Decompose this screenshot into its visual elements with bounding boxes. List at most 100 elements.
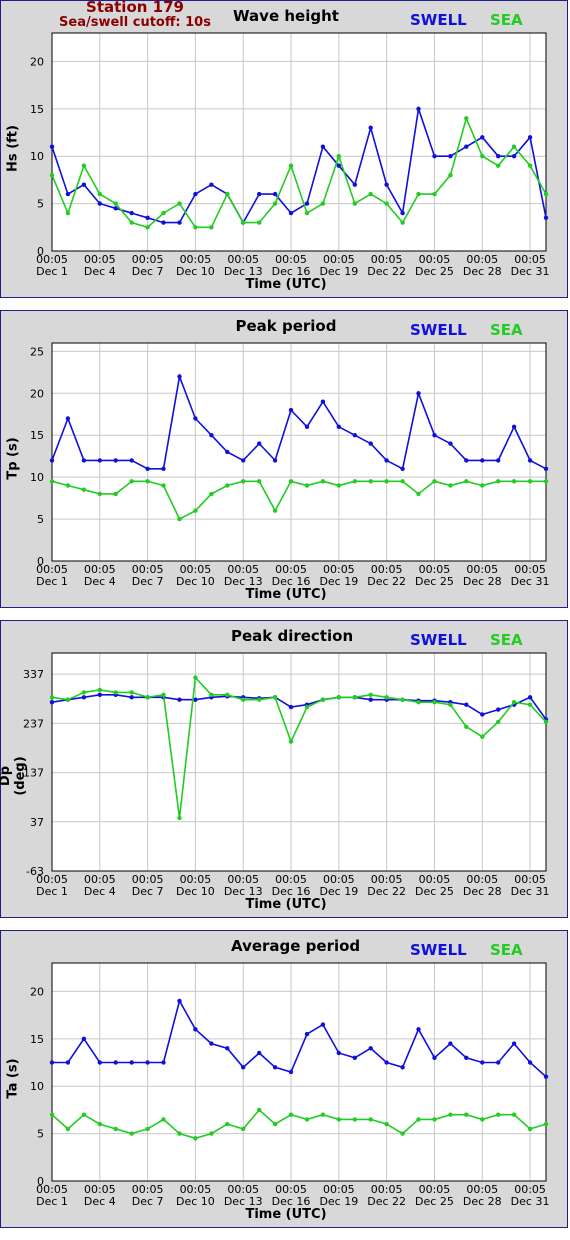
x-tick-label: Dec 1 xyxy=(36,885,68,898)
data-point-swell xyxy=(81,695,87,700)
data-point-sea xyxy=(543,1121,549,1127)
data-point-swell xyxy=(113,1060,118,1065)
plot-area xyxy=(52,33,546,251)
data-point-swell xyxy=(527,135,533,140)
data-point-swell xyxy=(384,458,389,463)
data-point-sea xyxy=(65,1126,71,1132)
y-tick-label: 20 xyxy=(30,55,44,68)
data-point-sea xyxy=(480,1117,485,1122)
data-point-swell xyxy=(177,374,182,379)
data-point-swell xyxy=(81,458,87,463)
data-point-swell xyxy=(432,433,437,438)
data-point-swell xyxy=(511,154,517,159)
data-point-sea xyxy=(304,1117,310,1122)
data-point-swell xyxy=(97,692,103,697)
data-point-sea xyxy=(496,719,501,725)
data-point-swell xyxy=(527,695,533,700)
average-period-panel: 00:05 Dec 1 00:05 Dec 4 00:05 Dec 7 00:05 Dec 1… xyxy=(0,930,568,1228)
data-point-swell xyxy=(384,182,389,187)
data-point-swell xyxy=(97,458,103,463)
x-tick-label: Dec 4 xyxy=(84,575,116,588)
data-point-swell xyxy=(320,144,326,149)
data-point-swell xyxy=(161,220,166,225)
data-point-swell xyxy=(336,424,341,429)
data-point-swell xyxy=(320,1022,326,1027)
data-point-swell xyxy=(257,191,262,197)
y-tick-label: -63 xyxy=(26,865,44,878)
chart-title: Peak period xyxy=(235,317,337,335)
data-point-sea xyxy=(511,479,517,484)
data-point-swell xyxy=(320,399,326,404)
data-point-sea xyxy=(304,704,310,710)
data-point-sea xyxy=(177,201,182,206)
data-point-sea xyxy=(432,479,437,484)
data-point-sea xyxy=(145,1126,150,1132)
data-point-sea xyxy=(193,225,198,230)
x-tick-label: Dec 28 xyxy=(463,885,502,898)
y-tick-label: 15 xyxy=(30,429,44,442)
data-point-sea xyxy=(241,697,246,702)
y-tick-label: 237 xyxy=(23,717,44,730)
data-point-swell xyxy=(177,697,182,702)
x-tick-label: Dec 4 xyxy=(84,1195,116,1208)
chart-title: Average period xyxy=(231,937,361,955)
data-point-sea xyxy=(257,1107,262,1113)
data-point-sea xyxy=(320,479,326,484)
y-tick-label: 5 xyxy=(37,1128,44,1141)
data-point-swell xyxy=(272,1065,278,1070)
data-point-swell xyxy=(65,416,71,421)
data-point-sea xyxy=(432,1117,437,1122)
data-point-swell xyxy=(527,458,533,463)
y-tick-label: 10 xyxy=(30,471,44,484)
y-axis-label: Tp (s) xyxy=(5,437,21,480)
data-point-sea xyxy=(527,702,533,707)
x-tick-label: Dec 28 xyxy=(463,1195,502,1208)
data-point-swell xyxy=(448,154,453,159)
y-tick-label: 15 xyxy=(30,1033,44,1046)
data-point-sea xyxy=(49,173,55,178)
data-point-swell xyxy=(368,441,373,446)
data-point-sea xyxy=(320,1112,326,1117)
data-point-sea xyxy=(161,483,166,488)
x-axis-label: Time (UTC) xyxy=(245,897,327,912)
data-point-sea xyxy=(400,220,405,225)
data-point-sea xyxy=(464,1112,469,1117)
x-tick-label: Dec 31 xyxy=(511,265,550,278)
data-point-sea xyxy=(257,697,262,702)
data-point-sea xyxy=(129,479,134,484)
data-point-sea xyxy=(257,479,262,484)
station-name: Station 179 xyxy=(86,0,184,16)
data-point-sea xyxy=(241,1126,246,1132)
data-point-swell xyxy=(193,191,198,197)
data-point-swell xyxy=(129,695,134,700)
data-point-sea xyxy=(257,220,262,225)
x-axis-label: Time (UTC) xyxy=(245,1207,327,1222)
data-point-sea xyxy=(288,479,294,484)
data-point-sea xyxy=(177,1131,182,1136)
data-point-swell xyxy=(161,466,166,471)
data-point-swell xyxy=(543,215,549,220)
data-point-swell xyxy=(145,1060,150,1065)
data-point-swell xyxy=(480,712,485,717)
data-point-swell xyxy=(511,1041,517,1046)
data-point-swell xyxy=(288,1069,294,1075)
peak-period-chart: 00:05Dec 100:05Dec 400:05Dec 700:05Dec 1… xyxy=(30,342,549,588)
plot-area xyxy=(52,963,546,1181)
y-tick-label: 5 xyxy=(37,513,44,526)
y-tick-label: 10 xyxy=(30,150,44,163)
y-tick-label: 20 xyxy=(30,985,44,998)
wave-height-panel: 00:05 Dec 1 00:05 Dec 4 00:05 Dec 7 00:05 Dec 1… xyxy=(0,0,568,298)
data-point-swell xyxy=(304,201,310,206)
data-point-sea xyxy=(209,1131,214,1136)
data-point-swell xyxy=(511,424,517,429)
data-point-swell xyxy=(416,106,421,112)
data-point-sea xyxy=(177,815,182,821)
data-point-swell xyxy=(257,441,262,446)
data-point-sea xyxy=(145,479,150,484)
data-point-sea xyxy=(304,483,310,488)
data-point-swell xyxy=(304,424,310,429)
data-point-swell xyxy=(272,458,278,463)
data-point-sea xyxy=(400,479,405,484)
data-point-swell xyxy=(113,206,118,211)
chart-title: Wave height xyxy=(233,7,339,25)
